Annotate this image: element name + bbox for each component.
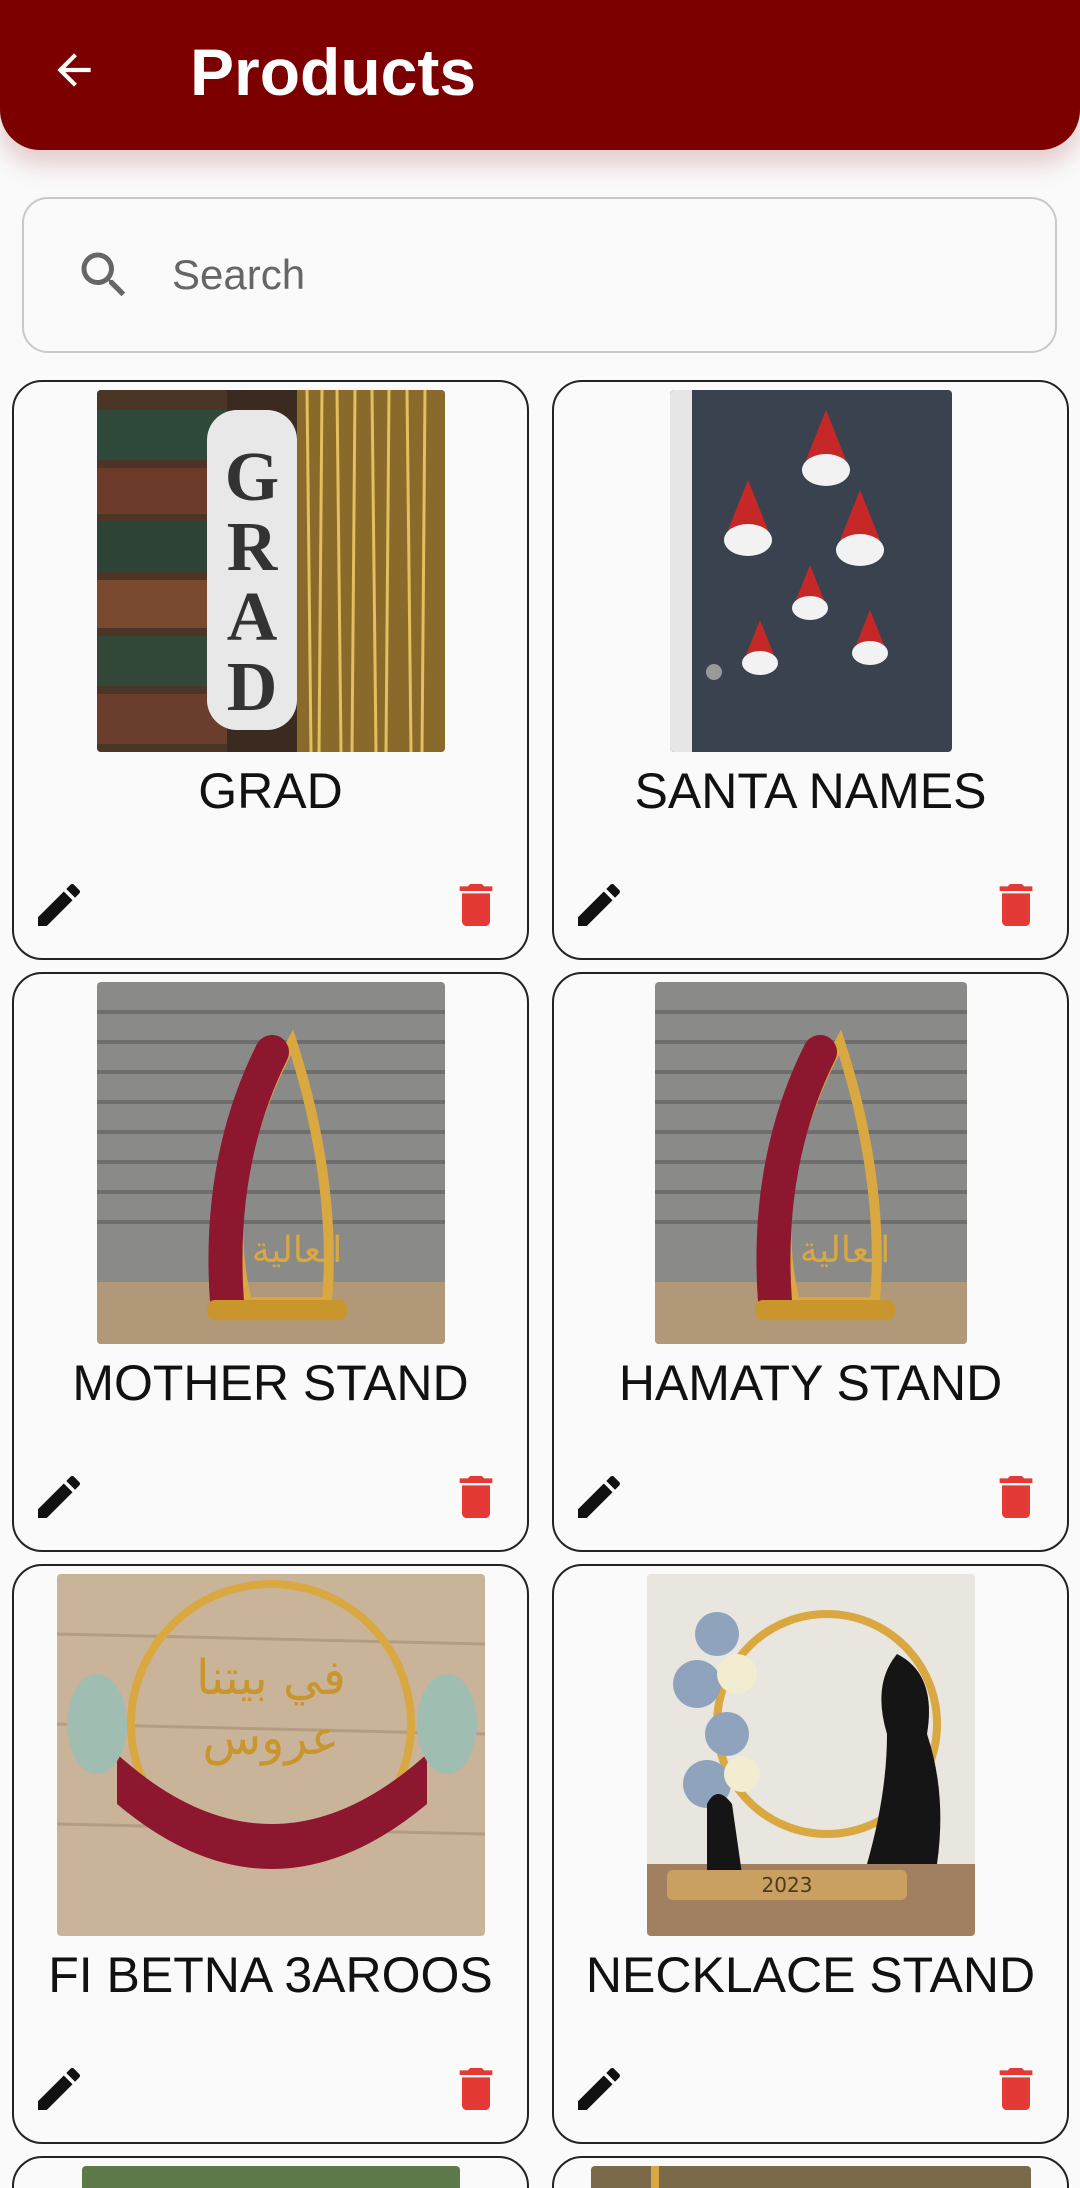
- product-card[interactable]: في بيتنا عروس FI BETNA 3AROOS: [12, 1564, 529, 2144]
- svg-text:D: D: [226, 649, 277, 726]
- search-input[interactable]: [172, 251, 972, 299]
- page-title: Products: [190, 35, 477, 109]
- pencil-icon: [38, 883, 81, 926]
- arrow-left-icon: [57, 53, 91, 87]
- delete-button[interactable]: [445, 872, 507, 938]
- search-icon: [81, 252, 126, 297]
- trash-icon: [999, 1476, 1033, 1518]
- svg-text:2023: 2023: [761, 1873, 812, 1897]
- product-name: SANTA NAMES: [634, 763, 987, 819]
- product-card[interactable]: SANTA NAMES: [552, 380, 1069, 960]
- app-bar: Products: [0, 0, 1080, 150]
- product-card[interactable]: [12, 2156, 529, 2188]
- product-image: العالية: [654, 982, 967, 1344]
- edit-button[interactable]: [26, 1464, 92, 1530]
- product-image: [81, 2166, 460, 2188]
- product-image: في بيتنا عروس: [56, 1574, 485, 1936]
- product-name: HAMATY STAND: [618, 1355, 1003, 1411]
- trash-icon: [459, 1476, 493, 1518]
- pencil-icon: [578, 883, 621, 926]
- back-button[interactable]: [36, 32, 112, 108]
- product-card[interactable]: العالية MOTHER STAND: [12, 972, 529, 1552]
- svg-text:في بيتنا: في بيتنا: [196, 1650, 346, 1706]
- product-card[interactable]: [552, 2156, 1069, 2188]
- product-image: [669, 390, 952, 752]
- edit-button[interactable]: [26, 2056, 92, 2122]
- pencil-icon: [38, 1475, 81, 1518]
- product-card[interactable]: العالية HAMATY STAND: [552, 972, 1069, 1552]
- svg-text:العالية: العالية: [799, 1230, 889, 1271]
- trash-icon: [459, 2068, 493, 2110]
- trash-icon: [459, 884, 493, 926]
- delete-button[interactable]: [985, 2056, 1047, 2122]
- svg-text:A: A: [226, 579, 277, 656]
- product-name: MOTHER STAND: [72, 1355, 469, 1411]
- product-image: 2023: [646, 1574, 975, 1936]
- delete-button[interactable]: [985, 1464, 1047, 1530]
- search-field[interactable]: [22, 197, 1057, 353]
- svg-text:العالية: العالية: [251, 1230, 341, 1271]
- svg-text:عروس: عروس: [202, 1710, 339, 1766]
- product-image: G R A D: [96, 390, 445, 752]
- product-image: العالية: [96, 982, 445, 1344]
- product-image: [590, 2166, 1031, 2188]
- pencil-icon: [578, 2067, 621, 2110]
- delete-button[interactable]: [445, 1464, 507, 1530]
- trash-icon: [999, 2068, 1033, 2110]
- edit-button[interactable]: [566, 2056, 632, 2122]
- delete-button[interactable]: [985, 872, 1047, 938]
- pencil-icon: [578, 1475, 621, 1518]
- trash-icon: [999, 884, 1033, 926]
- edit-button[interactable]: [26, 872, 92, 938]
- product-card[interactable]: 2023 NECKLACE STAND: [552, 1564, 1069, 2144]
- product-name: FI BETNA 3AROOS: [48, 1947, 493, 2003]
- pencil-icon: [38, 2067, 81, 2110]
- edit-button[interactable]: [566, 1464, 632, 1530]
- product-card[interactable]: G R A D GRAD: [12, 380, 529, 960]
- product-name: NECKLACE STAND: [585, 1947, 1036, 2003]
- product-name: GRAD: [198, 763, 343, 819]
- edit-button[interactable]: [566, 872, 632, 938]
- delete-button[interactable]: [445, 2056, 507, 2122]
- svg-text:G: G: [224, 439, 278, 516]
- svg-text:R: R: [226, 509, 278, 586]
